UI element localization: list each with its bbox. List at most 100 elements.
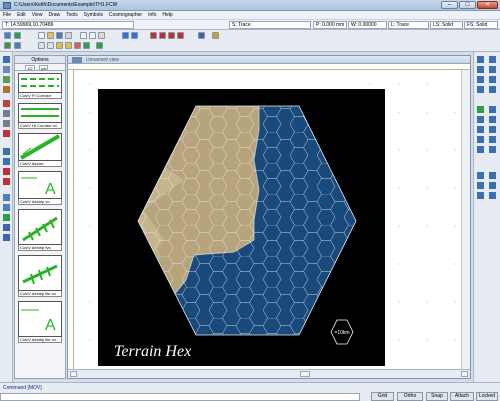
menu-draw[interactable]: Draw bbox=[45, 11, 63, 20]
zoom-out-icon[interactable] bbox=[159, 32, 166, 39]
dimension-icon[interactable] bbox=[477, 172, 484, 179]
delete-icon[interactable] bbox=[74, 42, 81, 49]
highlight-icon[interactable] bbox=[56, 42, 63, 49]
angle-icon[interactable] bbox=[477, 182, 484, 189]
cut-icon[interactable] bbox=[80, 32, 87, 39]
ortho-toggle[interactable]: Ortho bbox=[397, 392, 423, 401]
mirror-tool-icon[interactable] bbox=[3, 120, 10, 127]
polygon-icon[interactable] bbox=[489, 136, 496, 143]
symbol-airstrip-fvs[interactable] bbox=[18, 209, 62, 245]
dimension-tool-icon[interactable] bbox=[3, 224, 10, 231]
tools-icon[interactable] bbox=[212, 32, 219, 39]
view-icon[interactable] bbox=[198, 32, 205, 39]
wand-icon[interactable] bbox=[477, 66, 484, 73]
symbol-airstrip-lite-2[interactable]: A bbox=[18, 301, 62, 337]
menu-cosmographer[interactable]: Cosmographer bbox=[106, 11, 145, 20]
pencil-tool-icon[interactable] bbox=[3, 130, 10, 137]
copy-icon[interactable] bbox=[89, 32, 96, 39]
symbol-airport[interactable] bbox=[18, 133, 62, 161]
symbol-icon[interactable] bbox=[489, 146, 496, 153]
arrow-left-icon[interactable] bbox=[122, 32, 129, 39]
erase-tool-icon[interactable] bbox=[3, 100, 10, 107]
text-tool-icon[interactable] bbox=[3, 214, 10, 221]
save-icon[interactable] bbox=[56, 32, 63, 39]
pan-icon[interactable] bbox=[489, 56, 496, 63]
search-icon[interactable] bbox=[489, 66, 496, 73]
select-tool-icon[interactable] bbox=[3, 56, 10, 63]
line-tool-icon[interactable] bbox=[3, 148, 10, 155]
refresh-icon[interactable] bbox=[83, 42, 90, 49]
show-icon[interactable] bbox=[47, 42, 54, 49]
menu-view[interactable]: View bbox=[29, 11, 46, 20]
copy-tool-icon[interactable] bbox=[3, 76, 10, 83]
text-icon[interactable] bbox=[477, 146, 484, 153]
tab-palette[interactable]: pal bbox=[39, 65, 49, 71]
zoom-in-icon[interactable] bbox=[150, 32, 157, 39]
pencil-icon[interactable] bbox=[477, 106, 484, 113]
arc-icon[interactable] bbox=[489, 116, 496, 123]
circle-icon[interactable] bbox=[477, 126, 484, 133]
menu-edit[interactable]: Edit bbox=[14, 11, 29, 20]
print-icon[interactable] bbox=[65, 32, 72, 39]
rectangle-icon[interactable] bbox=[477, 136, 484, 143]
menu-file[interactable]: File bbox=[0, 11, 14, 20]
close-button[interactable]: ✕ bbox=[477, 1, 498, 9]
layer-select-icon[interactable] bbox=[14, 42, 21, 49]
pen-field[interactable]: P: 0.000 mm bbox=[313, 21, 347, 29]
polygon-tool-icon[interactable] bbox=[3, 168, 10, 175]
tab-half[interactable]: 1/2 bbox=[25, 65, 35, 71]
hatch-tool-icon[interactable] bbox=[3, 204, 10, 211]
move-tool-icon[interactable] bbox=[3, 66, 10, 73]
command-input[interactable] bbox=[0, 393, 360, 401]
scroll-left-button[interactable] bbox=[70, 371, 77, 377]
snap-toggle[interactable]: Snap bbox=[426, 392, 448, 401]
vertical-scrollbar[interactable] bbox=[461, 70, 470, 369]
new-file-icon[interactable] bbox=[38, 32, 45, 39]
redraw-icon[interactable] bbox=[96, 42, 103, 49]
locked-toggle[interactable]: Locked bbox=[476, 392, 498, 401]
symbol-airstrip[interactable]: A bbox=[18, 171, 62, 199]
grid-icon[interactable] bbox=[4, 32, 11, 39]
scale-tool-icon[interactable] bbox=[3, 110, 10, 117]
current-color-field[interactable]: S: Trace bbox=[229, 21, 311, 29]
horizontal-scrollbar[interactable] bbox=[68, 369, 470, 378]
trim-icon[interactable] bbox=[477, 76, 484, 83]
menu-tools[interactable]: Tools bbox=[63, 11, 81, 20]
layer-field[interactable]: L: Trace bbox=[388, 21, 429, 29]
scroll-right-button[interactable] bbox=[461, 371, 468, 377]
symbol-corridor-solid[interactable] bbox=[18, 103, 62, 123]
scroll-thumb[interactable] bbox=[300, 371, 310, 377]
menu-info[interactable]: Info bbox=[145, 11, 159, 20]
extend-icon[interactable] bbox=[489, 76, 496, 83]
paste-icon[interactable] bbox=[98, 32, 105, 39]
width-field[interactable]: W: 0.00000 bbox=[348, 21, 387, 29]
leader-icon[interactable] bbox=[489, 182, 496, 189]
fillet-icon[interactable] bbox=[477, 86, 484, 93]
line-style-field[interactable]: LS: Solid bbox=[430, 21, 463, 29]
rotate-tool-icon[interactable] bbox=[3, 86, 10, 93]
snap-icon[interactable] bbox=[4, 42, 11, 49]
hatch-icon[interactable] bbox=[477, 192, 484, 199]
arrow-right-icon[interactable] bbox=[131, 32, 138, 39]
menu-symbols[interactable]: Symbols bbox=[81, 11, 106, 20]
attach-toggle[interactable]: Attach bbox=[450, 392, 474, 401]
zoom-extents-icon[interactable] bbox=[177, 32, 184, 39]
spline-icon[interactable] bbox=[477, 116, 484, 123]
path-tool-icon[interactable] bbox=[3, 158, 10, 165]
grid-toggle[interactable]: Grid bbox=[371, 392, 394, 401]
layers-icon[interactable] bbox=[14, 32, 21, 39]
minimize-button[interactable]: – bbox=[441, 1, 458, 9]
chamfer-icon[interactable] bbox=[489, 86, 496, 93]
zoom-window-icon[interactable] bbox=[168, 32, 175, 39]
measure-icon[interactable] bbox=[489, 172, 496, 179]
symbol-corridor-dashed[interactable] bbox=[18, 73, 62, 93]
curve-tool-icon[interactable] bbox=[3, 178, 10, 185]
line-icon[interactable] bbox=[489, 106, 496, 113]
drawing-canvas[interactable]: =10km Terrain Hex bbox=[74, 70, 470, 369]
zoom-icon[interactable] bbox=[477, 56, 484, 63]
fill-icon[interactable] bbox=[489, 192, 496, 199]
menu-help[interactable]: Help bbox=[159, 11, 175, 20]
ellipse-icon[interactable] bbox=[489, 126, 496, 133]
symbol-tool-icon[interactable] bbox=[3, 234, 10, 241]
fill-tool-icon[interactable] bbox=[3, 194, 10, 201]
